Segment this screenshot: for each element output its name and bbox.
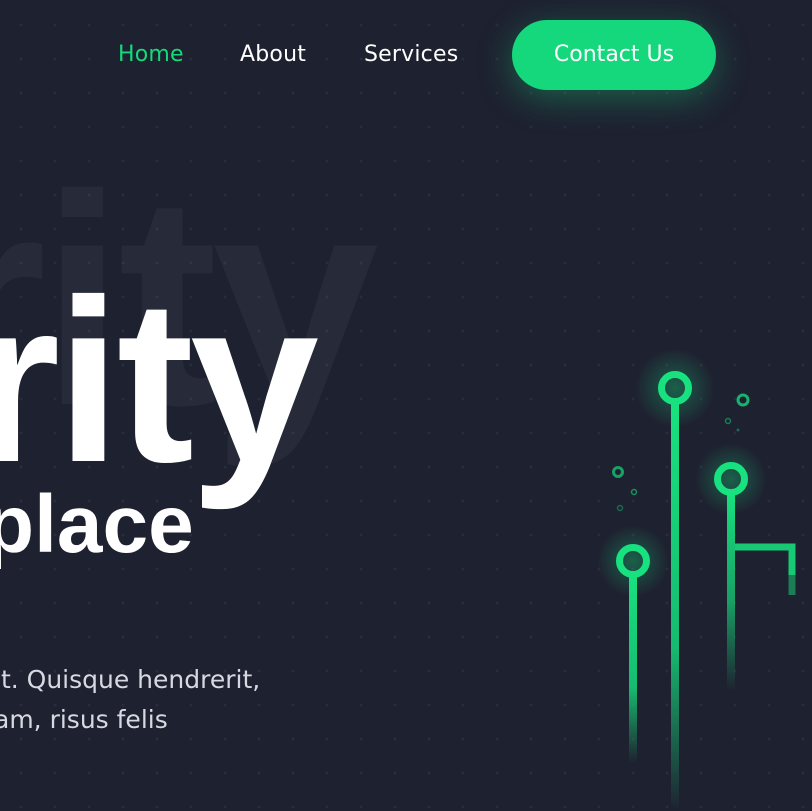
contact-us-button[interactable]: Contact Us [512,20,716,90]
hero-subtitle: place [0,479,194,570]
nav-link-about[interactable]: About [240,20,306,90]
hero-description-line: it. Quisque hendrerit, [0,665,261,694]
circuit-lines-icon [597,350,796,811]
landing-page: Home About Services Contact Us rity rity… [0,0,812,811]
hero-description: it. Quisque hendrerit, am, risus felis . [0,660,260,780]
hero-title: rity [0,252,319,511]
hero-description-line: . [0,740,260,780]
nav-link-services[interactable]: Services [364,20,458,90]
main-nav: Home About Services Contact Us [0,20,812,90]
nav-link-home[interactable]: Home [118,20,184,90]
hero-description-line: am, risus felis [0,705,168,734]
